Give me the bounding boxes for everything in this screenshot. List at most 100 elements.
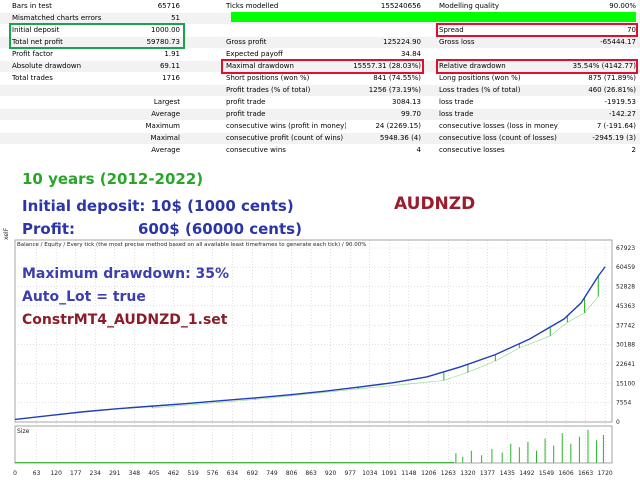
x-tick-label: 1320	[460, 470, 475, 477]
report-value: 1716	[162, 74, 180, 82]
x-tick-label: 977	[344, 470, 356, 477]
y-tick-label: 45363	[616, 303, 635, 310]
x-tick-label: 177	[70, 470, 82, 477]
x-tick-label: 0	[13, 470, 17, 477]
x-tick-label: 863	[305, 470, 317, 477]
x-tick-label: 634	[227, 470, 239, 477]
report-value: 4	[416, 146, 421, 154]
size-panel-label: Size	[17, 428, 30, 435]
report-row-heading: Maximum	[145, 122, 181, 130]
x-tick-label: 1034	[362, 470, 377, 477]
report-value: 69.11	[159, 62, 180, 70]
side-label-top: xelF	[3, 227, 10, 240]
report-row: Largest profit trade 3084.13 loss trade -191…	[0, 97, 640, 108]
report-value: 5948.36 (4)	[379, 134, 421, 142]
report-value	[310, 25, 421, 36]
report-value: 1.91	[164, 50, 180, 58]
report-value: 65716	[157, 2, 180, 10]
x-tick-label: 1435	[500, 470, 515, 477]
report-row: Average profit trade 99.70 loss trade -142.2…	[0, 109, 640, 120]
x-tick-label: 519	[187, 470, 199, 477]
report-row: Total trades 1716 Short positions (won %) 8…	[0, 73, 640, 84]
report-value: 7 (-191.64)	[596, 122, 636, 130]
overlay-profit-value: 600$ (60000 cents)	[138, 220, 302, 238]
y-tick-label: 15100	[616, 380, 635, 387]
report-value: 1256 (73.19%)	[368, 86, 421, 94]
y-tick-label: 30188	[616, 342, 635, 349]
x-tick-label: 1549	[539, 470, 554, 477]
report-value: -65444.17	[600, 38, 636, 46]
report-label: Bars in test	[12, 2, 52, 10]
relative-drawdown-highlight	[436, 59, 638, 74]
overlay-max-drawdown: Maximum drawdown: 35%	[22, 266, 230, 282]
x-tick-label: 63	[33, 470, 41, 477]
backtest-report: Average consecutive wins 4 consecutive loss…	[0, 0, 640, 162]
report-row-heading: Average	[151, 146, 180, 154]
report-label: Absolute drawdown	[12, 62, 82, 70]
report-label: Total trades	[12, 74, 53, 82]
x-tick-label: 1263	[441, 470, 456, 477]
x-tick-label: 576	[207, 470, 219, 477]
x-tick-label: 291	[109, 470, 121, 477]
report-value: 875 (71.89%)	[588, 74, 636, 82]
x-tick-label: 1377	[480, 470, 495, 477]
report-row-heading: Average	[151, 110, 180, 118]
report-value: 90.00%	[609, 2, 636, 10]
y-tick-label: 37742	[616, 322, 635, 329]
x-tick-label: 1720	[597, 470, 612, 477]
report-label: Profit factor	[12, 50, 53, 58]
size-plot-frame	[14, 425, 613, 464]
spread-highlight	[436, 23, 638, 37]
y-tick-label: 0	[616, 419, 620, 426]
x-tick-label: 405	[148, 470, 160, 477]
report-row: Profit trades (% of total) 1256 (73.19%) L…	[0, 85, 640, 96]
chart-legend: Balance / Equity / Every tick (the most …	[17, 242, 367, 248]
report-row: Bars in test 65716 Ticks modelled 155240656…	[0, 1, 640, 12]
report-value: -1919.53	[604, 98, 636, 106]
x-tick-label: 920	[325, 470, 337, 477]
overlay-initial-deposit: Initial deposit: 10$ (1000 cents)	[22, 197, 294, 215]
overlay-set-file: ConstrMT4_AUDNZD_1.set	[22, 312, 228, 328]
overlay-years: 10 years (2012-2022)	[22, 170, 204, 188]
y-tick-label: 60459	[616, 264, 635, 271]
x-tick-label: 1606	[558, 470, 573, 477]
report-value: 2	[631, 146, 636, 154]
modelling-quality-bar	[231, 12, 636, 22]
deposit-profit-highlight	[9, 23, 185, 49]
x-tick-label: 1663	[578, 470, 593, 477]
report-row-heading	[40, 85, 180, 96]
tester-graph-area: 67923 60459 52828 45363 37742 30188 22641 15100…	[0, 162, 640, 480]
x-tick-label: 1492	[519, 470, 534, 477]
report-value: -142.27	[608, 110, 636, 118]
overlay-profit-label: Profit:	[22, 220, 75, 238]
y-tick-label: 7554	[616, 400, 631, 407]
report-value: 155240656	[380, 2, 421, 10]
x-tick-label: 1148	[401, 470, 416, 477]
x-tick-label: 234	[90, 470, 102, 477]
y-tick-label: 67923	[616, 245, 635, 252]
x-tick-label: 806	[286, 470, 298, 477]
report-value: 24 (2269.15)	[375, 122, 421, 130]
report-row-heading: Largest	[153, 98, 180, 106]
overlay-auto-lot: Auto_Lot = true	[22, 289, 146, 305]
report-row-heading: Maximal	[150, 134, 180, 142]
x-tick-label: 348	[129, 470, 141, 477]
report-value: 99.70	[400, 110, 421, 118]
x-tick-label: 692	[247, 470, 259, 477]
report-value: 125224.90	[383, 38, 421, 46]
x-tick-label: 462	[168, 470, 180, 477]
report-value: 841 (74.55%)	[373, 74, 421, 82]
report-row: Maximal consecutive profit (count of wins…	[0, 133, 640, 144]
report-value: 460 (26.81%)	[588, 86, 636, 94]
overlay-symbol: AUDNZD	[394, 194, 476, 214]
x-tick-label: 749	[266, 470, 278, 477]
report-value: -2945.19 (3)	[592, 134, 636, 142]
maximal-drawdown-highlight	[221, 59, 424, 74]
y-tick-label: 52828	[616, 284, 635, 291]
report-row: Maximum consecutive wins (profit in money…	[0, 121, 640, 132]
x-tick-label: 120	[50, 470, 62, 477]
y-tick-label: 22641	[616, 361, 635, 368]
report-row: Average consecutive wins 4 consecutive loss…	[0, 145, 640, 156]
x-tick-label: 1206	[421, 470, 436, 477]
x-tick-label: 1091	[382, 470, 397, 477]
